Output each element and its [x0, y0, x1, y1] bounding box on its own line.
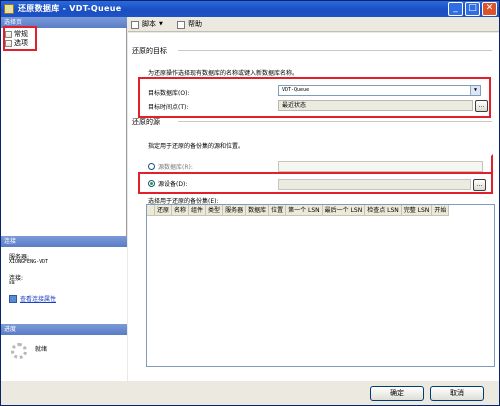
maximize-button[interactable]: □ — [465, 2, 480, 16]
restore-database-dialog: 还原数据库 - VDT-Queue _ □ ✕ 选择页 常规 选项 连接 服务器… — [0, 0, 500, 406]
script-icon — [131, 20, 139, 29]
script-button[interactable]: 脚本 ▼ — [131, 19, 163, 30]
progress-header: 进度 — [1, 324, 127, 335]
close-button[interactable]: ✕ — [482, 2, 497, 16]
grid-column-header[interactable]: 名称 — [172, 205, 190, 216]
database-icon — [4, 4, 14, 14]
progress-status: 就绪 — [35, 346, 48, 353]
grid-column-header[interactable]: 数据库 — [246, 205, 270, 216]
destination-section-title: 还原的目标 — [132, 47, 492, 55]
grid-column-header[interactable]: 组件 — [189, 205, 207, 216]
properties-icon — [9, 294, 17, 303]
grid-column-header[interactable]: 第一个 LSN — [286, 205, 323, 216]
grid-column-header[interactable]: 服务器 — [223, 205, 247, 216]
view-connection-properties-link[interactable]: 查看连接属性 — [9, 294, 56, 303]
ok-button[interactable]: 确定 — [370, 386, 424, 401]
grid-column-header[interactable] — [147, 205, 155, 216]
button-bar: 确定 取消 — [128, 381, 499, 405]
connection-value: sa — [9, 280, 15, 286]
left-pane: 选择页 常规 选项 连接 服务器: XIONGFENG-VDT 连接: sa 查… — [1, 17, 127, 381]
grid-column-header[interactable]: 位置 — [269, 205, 287, 216]
help-label: 帮助 — [188, 20, 202, 28]
view-props-label: 查看连接属性 — [20, 296, 57, 303]
window-title: 还原数据库 - VDT-Queue — [18, 4, 122, 13]
highlight-box — [138, 77, 491, 118]
grid-column-header[interactable]: 类型 — [206, 205, 224, 216]
highlight-box — [3, 26, 37, 51]
progress-spinner-icon — [11, 343, 27, 359]
grid-column-header[interactable]: 开始 — [432, 205, 450, 216]
help-icon — [177, 20, 185, 29]
connection-panel: 服务器: XIONGFENG-VDT 连接: sa 查看连接属性 — [1, 247, 127, 324]
grid-column-header[interactable]: 最后一个 LSN — [323, 205, 366, 216]
script-label: 脚本 — [142, 20, 156, 28]
server-value: XIONGFENG-VDT — [9, 259, 49, 265]
highlight-box — [138, 172, 493, 194]
chevron-down-icon: ▼ — [159, 21, 163, 27]
destination-description: 为还原操作选择现有数据库的名称或键入新数据库名称。 — [148, 70, 299, 77]
backup-sets-grid[interactable]: 还原 名称 组件 类型 服务器 数据库 位置 第一个 LSN 最后一个 LSN 检查点 LSN 完整… — [146, 204, 495, 367]
source-description: 指定用于还原的备份集的源和位置。 — [148, 143, 245, 150]
minimize-button[interactable]: _ — [448, 2, 463, 16]
progress-panel: 就绪 — [1, 335, 127, 381]
grid-column-header[interactable]: 还原 — [155, 205, 173, 216]
title-bar: 还原数据库 - VDT-Queue _ □ ✕ — [1, 1, 499, 17]
toolbar: 脚本 ▼ 帮助 — [128, 17, 499, 32]
grid-header: 还原 名称 组件 类型 服务器 数据库 位置 第一个 LSN 最后一个 LSN 检查点 LSN 完整… — [147, 205, 450, 216]
grid-column-header[interactable]: 检查点 LSN — [365, 205, 402, 216]
connection-header: 连接 — [1, 236, 127, 247]
cancel-button[interactable]: 取消 — [430, 386, 484, 401]
grid-column-header[interactable]: 完整 LSN — [402, 205, 433, 216]
help-button[interactable]: 帮助 — [177, 19, 202, 30]
source-section-title: 还原的源 — [132, 118, 492, 126]
main-content: 还原的目标 为还原操作选择现有数据库的名称或键入新数据库名称。 目标数据库(O)… — [128, 33, 499, 381]
